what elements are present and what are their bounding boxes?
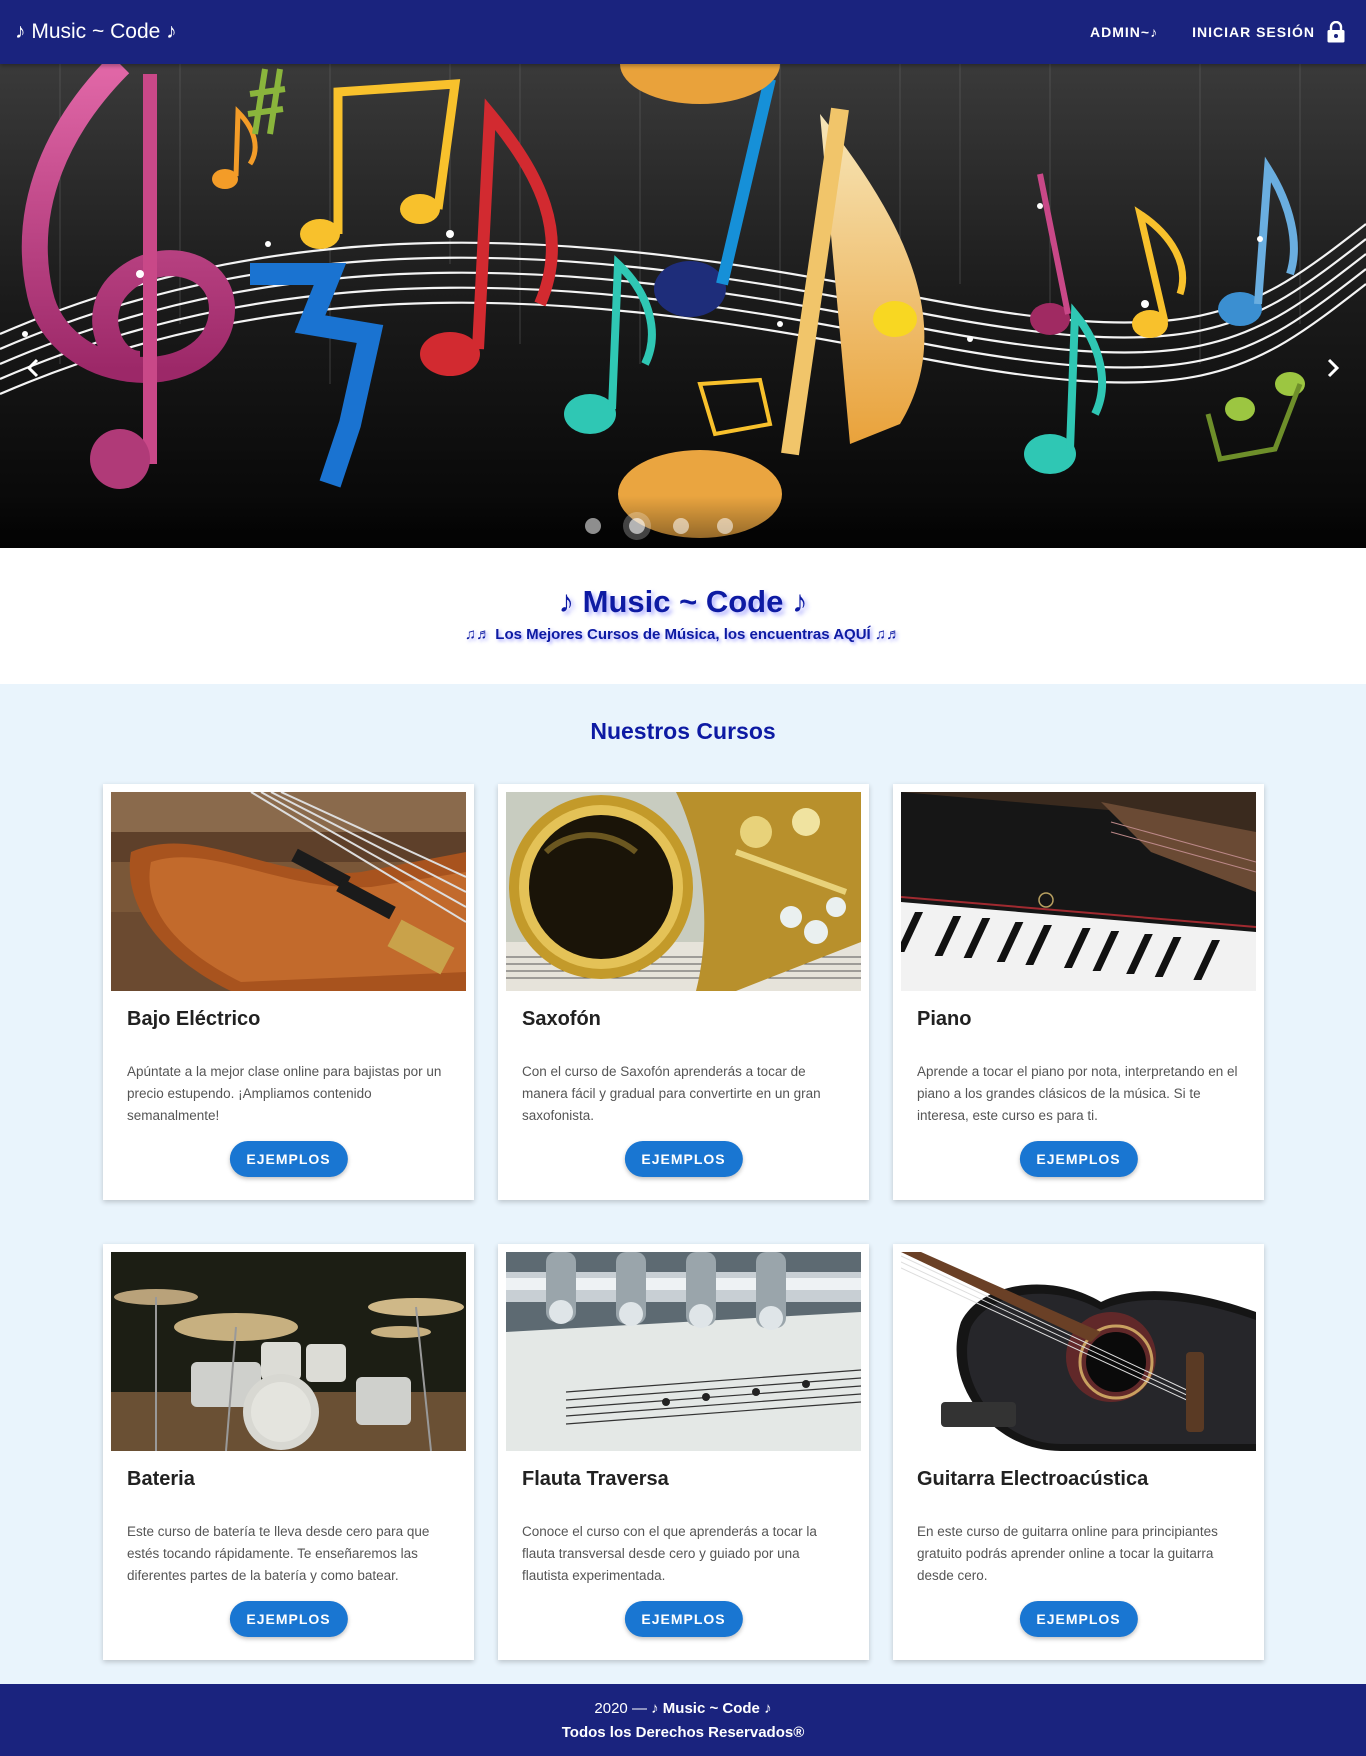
course-card-guitarra: Guitarra Electroacústica En este curso d… [893,1244,1264,1660]
course-card-flauta: Flauta Traversa Conoce el curso con el q… [498,1244,869,1660]
examples-button[interactable]: EJEMPLOS [1019,1601,1138,1637]
course-title: Bateria [127,1468,195,1490]
bass-image [111,792,466,991]
lock-icon [1327,21,1345,43]
flute-image [506,1252,861,1451]
intro-section: ♪ Music ~ Code ♪ ♫♬ Los Mejores Cursos d… [0,548,1366,684]
examples-button[interactable]: EJEMPLOS [1019,1141,1138,1177]
navbar: ♪ Music ~ Code ♪ ADMIN~♪ INICIAR SESIÓN [0,0,1366,64]
footer-year: 2020 — [594,1700,647,1717]
courses-grid: Bajo Eléctrico Apúntate a la mejor clase… [103,784,1264,1660]
nav-actions: ADMIN~♪ INICIAR SESIÓN [1090,21,1351,43]
piano-image [901,792,1256,991]
course-card-bajo: Bajo Eléctrico Apúntate a la mejor clase… [103,784,474,1200]
carousel-indicators [0,518,1366,534]
carousel-dot-active[interactable] [629,518,645,534]
examples-button[interactable]: EJEMPLOS [229,1601,348,1637]
course-description: Aprende a tocar el piano por nota, inter… [917,1064,1238,1123]
hero-carousel[interactable] [0,64,1366,548]
course-title: Flauta Traversa [522,1468,669,1490]
courses-heading: Nuestros Cursos [590,718,776,744]
page-title: ♪ Music ~ Code ♪ [558,584,808,619]
course-description: Este curso de batería te lleva desde cer… [127,1524,430,1583]
course-description: Apúntate a la mejor clase online para ba… [127,1064,442,1123]
course-card-saxofon: Saxofón Con el curso de Saxofón aprender… [498,784,869,1200]
page-subtitle: ♫♬ Los Mejores Cursos de Música, los enc… [464,626,902,643]
saxophone-image [506,792,861,991]
course-description: En este curso de guitarra online para pr… [917,1524,1218,1583]
guitar-image [901,1252,1256,1451]
examples-button[interactable]: EJEMPLOS [229,1141,348,1177]
brand-logo[interactable]: ♪ Music ~ Code ♪ [15,20,177,44]
course-description: Conoce el curso con el que aprenderás a … [522,1524,817,1583]
course-description: Con el curso de Saxofón aprenderás a toc… [522,1064,821,1123]
carousel-dot[interactable] [717,518,733,534]
carousel-dot[interactable] [585,518,601,534]
course-title: Piano [917,1008,972,1030]
login-button[interactable]: INICIAR SESIÓN [1192,21,1345,43]
footer-rights: Todos los Derechos Reservados® [0,1721,1366,1745]
course-title: Guitarra Electroacústica [917,1468,1149,1490]
footer-rights-text: Todos los Derechos Reservados® [561,1724,805,1741]
carousel-dot[interactable] [673,518,689,534]
chevron-left-icon [26,358,39,378]
course-card-bateria: Bateria Este curso de batería te lleva d… [103,1244,474,1660]
admin-link[interactable]: ADMIN~♪ [1090,24,1158,40]
course-title: Bajo Eléctrico [127,1008,261,1030]
examples-button[interactable]: EJEMPLOS [624,1601,743,1637]
admin-link-label: ADMIN~♪ [1090,24,1159,40]
footer: 2020 — ♪ Music ~ Code ♪ Todos los Derech… [0,1684,1366,1756]
login-button-label: INICIAR SESIÓN [1192,24,1315,40]
carousel-prev-button[interactable] [18,348,48,388]
carousel-next-button[interactable] [1318,348,1348,388]
course-card-piano: Piano Aprende a tocar el piano por nota,… [893,784,1264,1200]
drums-image [111,1252,466,1451]
chevron-right-icon [1327,358,1340,378]
examples-button[interactable]: EJEMPLOS [624,1141,743,1177]
hero-image [0,64,1366,548]
course-title: Saxofón [522,1008,601,1030]
footer-copyright: 2020 — ♪ Music ~ Code ♪ [0,1697,1366,1721]
footer-brand: ♪ Music ~ Code ♪ [651,1700,772,1717]
